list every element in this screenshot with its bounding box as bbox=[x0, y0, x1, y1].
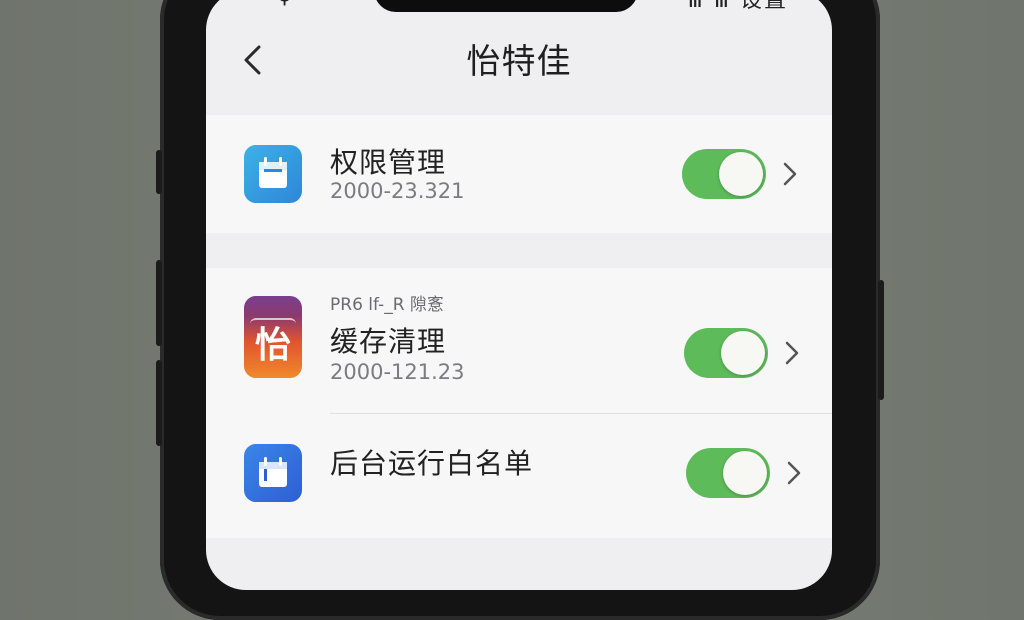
logo-glyph: 怡 bbox=[254, 325, 291, 366]
toggle-knob bbox=[721, 331, 765, 375]
chevron-right-icon[interactable] bbox=[780, 159, 800, 189]
item-title: 缓存清理 bbox=[330, 325, 447, 358]
chevron-right-icon[interactable] bbox=[782, 338, 802, 368]
phone-screen: ψ Ⅲ Ⅲ 设置 怡特佳 权限管理 2000-23.321 bbox=[206, 0, 832, 590]
calendar-icon bbox=[244, 444, 302, 502]
permissions-toggle[interactable] bbox=[682, 149, 766, 199]
toggle-knob bbox=[719, 152, 763, 196]
toggle-knob bbox=[723, 451, 767, 495]
chevron-right-icon[interactable] bbox=[784, 458, 804, 488]
nav-bar: 怡特佳 bbox=[206, 20, 832, 100]
settings-card-2: 怡 PR6 lf-_R 隙愙 缓存清理 2000-121.23 后台运行白名单 bbox=[206, 268, 832, 538]
list-item-cache[interactable]: 怡 PR6 lf-_R 隙愙 缓存清理 2000-121.23 bbox=[206, 268, 832, 413]
status-bar-left: ψ bbox=[278, 0, 291, 6]
volume-down-button bbox=[156, 360, 162, 446]
app-logo-icon: 怡 bbox=[244, 296, 302, 378]
mute-switch bbox=[156, 150, 162, 194]
settings-card-1: 权限管理 2000-23.321 bbox=[206, 115, 832, 233]
item-subtitle: 2000-23.321 bbox=[330, 179, 465, 203]
status-bar-right: Ⅲ Ⅲ 设置 bbox=[687, 0, 788, 13]
power-button bbox=[878, 280, 884, 400]
notch bbox=[374, 0, 638, 12]
item-title: 权限管理 bbox=[330, 146, 447, 179]
page-title: 怡特佳 bbox=[466, 42, 572, 82]
calendar-icon bbox=[244, 145, 302, 203]
item-subtitle: 2000-121.23 bbox=[330, 360, 465, 384]
cache-toggle[interactable] bbox=[684, 328, 768, 378]
item-title: 后台运行白名单 bbox=[330, 447, 534, 480]
volume-up-button bbox=[156, 260, 162, 346]
list-item-whitelist[interactable]: 后台运行白名单 bbox=[206, 414, 832, 534]
item-tag: PR6 lf-_R 隙愙 bbox=[330, 295, 444, 315]
list-item-permissions[interactable]: 权限管理 2000-23.321 bbox=[206, 115, 832, 233]
whitelist-toggle[interactable] bbox=[686, 448, 770, 498]
